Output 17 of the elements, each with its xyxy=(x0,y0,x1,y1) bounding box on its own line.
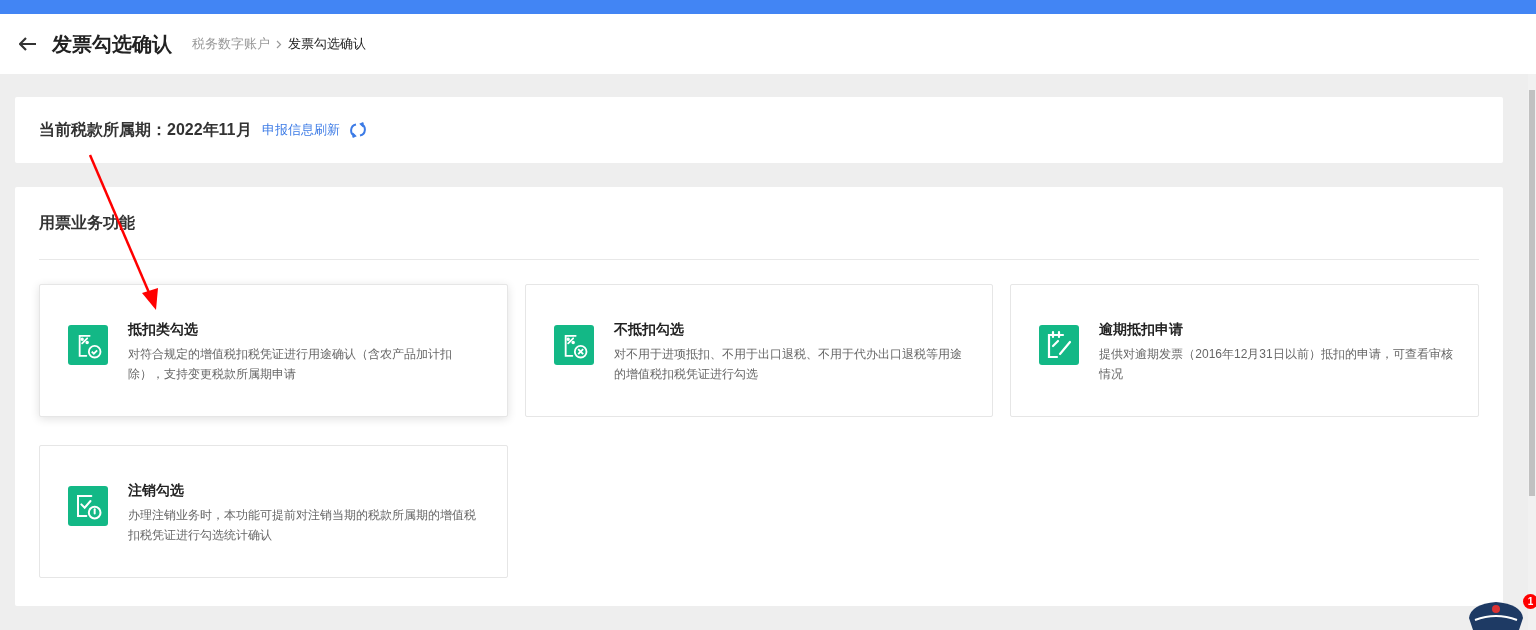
card-description: 对不用于进项抵扣、不用于出口退税、不用于代办出口退税等用途的增值税扣税凭证进行勾选 xyxy=(613,346,963,383)
refresh-link[interactable]: 申报信息刷新 xyxy=(261,121,340,139)
card-description: 提供对逾期发票（2016年12月31日以前）抵扣的申请，可查看审核情况 xyxy=(1099,346,1454,383)
function-card[interactable]: 抵扣类勾选 对符合规定的增值税扣税凭证进行用途确认（含农产品加计扣除），支持变更税款所属期申请 xyxy=(39,284,508,417)
notification-badge: 1 xyxy=(1523,594,1536,609)
card-title: 抵扣类勾选 xyxy=(128,321,199,339)
card-title: 逾期抵扣申请 xyxy=(1099,321,1185,339)
card-description: 对符合规定的增值税扣税凭证进行用途确认（含农产品加计扣除），支持变更税款所属期申请 xyxy=(128,346,453,383)
tax-period-label: 当前税款所属期：2022年11月 xyxy=(39,119,252,140)
card-description: 办理注销业务时，本功能可提前对注销当期的税款所属期的增值税扣税凭证进行勾选统计确认 xyxy=(128,507,477,544)
function-card[interactable]: 不抵扣勾选 对不用于进项抵扣、不用于出口退税、不用于代办出口退税等用途的增值税扣税凭证进行勾选 xyxy=(524,284,994,417)
breadcrumb-link[interactable]: 发票勾选确认 xyxy=(288,35,366,53)
function-card[interactable]: 逾期抵扣申请 提供对逾期发票（2016年12月31日以前）抵扣的申请，可查看审核情况 xyxy=(1010,284,1479,417)
function-card[interactable]: 注销勾选 办理注销业务时，本功能可提前对注销当期的税款所属期的增值税扣税凭证进行勾选统计确认 xyxy=(39,445,508,578)
card-title: 不抵扣勾选 xyxy=(613,321,685,339)
page-title: 发票勾选确认 xyxy=(52,31,172,57)
card-title: 注销勾选 xyxy=(128,482,185,500)
